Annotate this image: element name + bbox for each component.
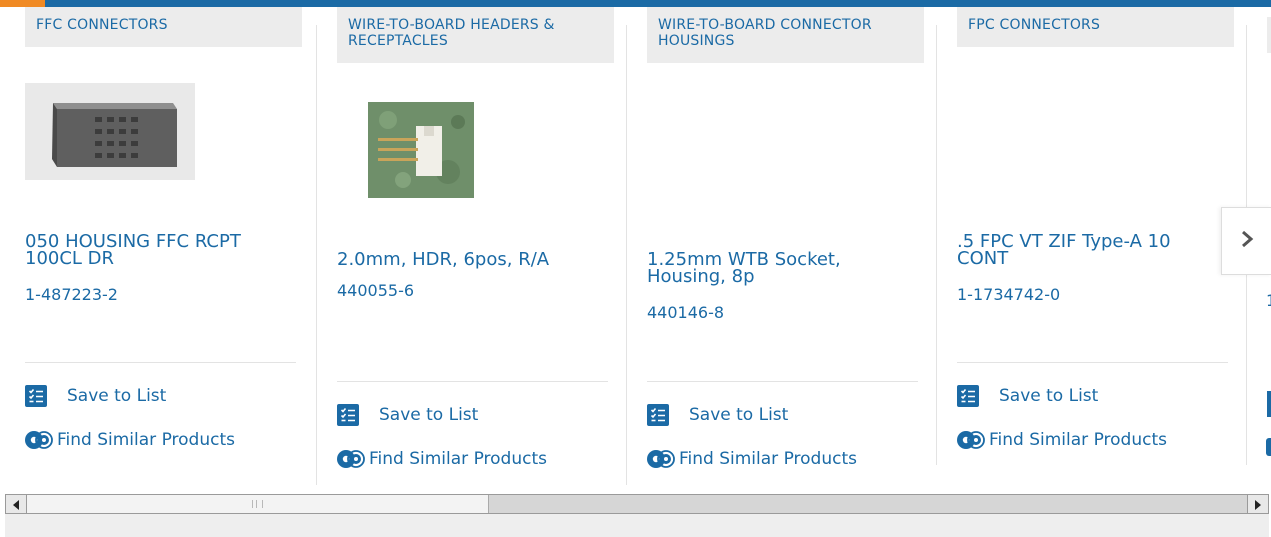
product-title[interactable]: 2.0mm, HDR, 6pos, R/A [337, 251, 597, 269]
product-image[interactable] [368, 102, 474, 198]
find-similar-button[interactable]: Find Similar Products [337, 446, 547, 472]
gears-icon [956, 429, 986, 451]
product-card: FPC CONNECTORS .5 FPC VT ZIF Type-A 10 C… [957, 7, 1234, 477]
checklist-icon [647, 404, 669, 426]
scrollbar-thumb[interactable] [27, 495, 489, 513]
checklist-icon [337, 404, 359, 426]
find-similar-button[interactable]: Find Similar Products [647, 446, 857, 472]
part-number[interactable]: 1-487223-2 [25, 285, 118, 304]
save-to-list-label: Save to List [379, 405, 479, 425]
find-similar-label: Find Similar Products [57, 430, 235, 450]
find-similar-label: Find Similar Products [679, 449, 857, 469]
category-tile[interactable]: FPC CONNECTORS [957, 7, 1234, 47]
scroll-right-button[interactable] [1247, 495, 1268, 513]
gears-icon [646, 448, 676, 470]
save-to-list-button[interactable]: Save to List [337, 402, 478, 428]
product-image[interactable] [25, 83, 195, 180]
card-divider [626, 25, 627, 485]
next-card-gears-icon[interactable] [1266, 438, 1271, 456]
product-card: WIRE-TO-BOARD CONNECTOR HOUSINGS 1.25mm … [647, 7, 924, 477]
card-separator [337, 381, 608, 382]
scroll-left-button[interactable] [6, 495, 27, 513]
next-card-category-tile[interactable] [1267, 17, 1271, 53]
product-title[interactable]: 050 HOUSING FFC RCPT 100CL DR [25, 233, 285, 268]
find-similar-button[interactable]: Find Similar Products [25, 427, 235, 453]
scroll-left-arrow-icon [12, 495, 20, 514]
product-title[interactable]: .5 FPC VT ZIF Type-A 10 CONT [957, 233, 1217, 268]
category-tile[interactable]: WIRE-TO-BOARD CONNECTOR HOUSINGS [647, 7, 924, 63]
part-number[interactable]: 440055-6 [337, 281, 414, 300]
next-card-checklist-icon[interactable] [1267, 391, 1271, 417]
part-number[interactable]: 440146-8 [647, 303, 724, 322]
save-to-list-label: Save to List [67, 386, 167, 406]
find-similar-label: Find Similar Products [989, 430, 1167, 450]
save-to-list-label: Save to List [999, 386, 1099, 406]
horizontal-scrollbar[interactable] [5, 494, 1269, 514]
product-carousel: FFC CONNECTORS 050 HOUSING FFC RCPT 100C… [0, 7, 1271, 487]
card-separator [25, 362, 296, 363]
category-tile[interactable]: FFC CONNECTORS [25, 7, 302, 47]
checklist-icon [957, 385, 979, 407]
scrollbar-grip-icon [252, 500, 263, 508]
category-tile[interactable]: WIRE-TO-BOARD HEADERS & RECEPTACLES [337, 7, 614, 63]
carousel-next-button[interactable] [1221, 207, 1271, 275]
save-to-list-button[interactable]: Save to List [647, 402, 788, 428]
card-divider [936, 25, 937, 465]
gears-icon [24, 429, 54, 451]
part-number[interactable]: 1-1734742-0 [957, 285, 1060, 304]
find-similar-button[interactable]: Find Similar Products [957, 427, 1167, 453]
gears-icon [336, 448, 366, 470]
scroll-right-arrow-icon [1254, 495, 1262, 514]
top-accent-highlight [0, 0, 45, 7]
card-separator [957, 362, 1228, 363]
find-similar-label: Find Similar Products [369, 449, 547, 469]
product-card: FFC CONNECTORS 050 HOUSING FFC RCPT 100C… [25, 7, 302, 477]
save-to-list-button[interactable]: Save to List [25, 383, 166, 409]
page-background-strip [5, 514, 1269, 537]
product-card: WIRE-TO-BOARD HEADERS & RECEPTACLES 2.0m… [337, 7, 614, 477]
chevron-right-icon [1240, 230, 1254, 252]
product-title[interactable]: 1.25mm WTB Socket, Housing, 8p [647, 251, 907, 286]
save-to-list-label: Save to List [689, 405, 789, 425]
next-card-part-number[interactable]: 1 [1266, 291, 1271, 310]
checklist-icon [25, 385, 47, 407]
card-divider [316, 25, 317, 485]
top-accent-bar [0, 0, 1271, 7]
card-separator [647, 381, 918, 382]
save-to-list-button[interactable]: Save to List [957, 383, 1098, 409]
